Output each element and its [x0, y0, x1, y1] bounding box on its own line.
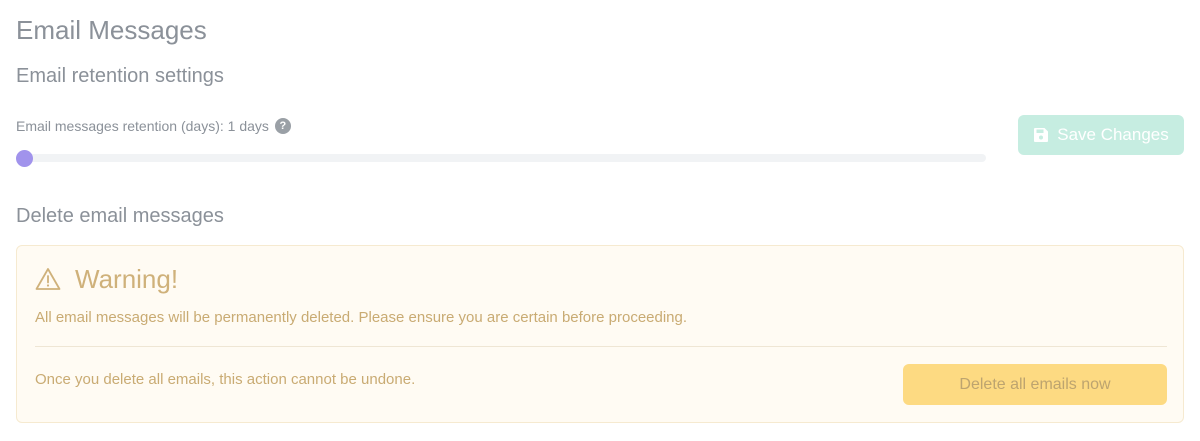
retention-section-title: Email retention settings	[16, 65, 224, 87]
warning-header: Warning!	[35, 263, 178, 295]
warning-panel: Warning! All email messages will be perm…	[16, 245, 1184, 423]
warning-triangle-icon	[35, 267, 61, 291]
retention-slider[interactable]	[16, 150, 986, 167]
slider-thumb[interactable]	[16, 150, 33, 167]
retention-label: Email messages retention (days): 1 days …	[16, 117, 291, 135]
undo-warning-text: Once you delete all emails, this action …	[35, 371, 416, 388]
save-changes-label: Save Changes	[1057, 125, 1169, 144]
email-messages-page: Email Messages Email retention settings …	[0, 0, 1200, 441]
question-circle-icon[interactable]: ?	[274, 118, 291, 134]
retention-label-text: Email messages retention (days): 1 days	[16, 118, 269, 134]
save-changes-button[interactable]: Save Changes	[1018, 115, 1184, 155]
page-title: Email Messages	[16, 15, 207, 45]
divider	[35, 346, 1167, 347]
floppy-disk-icon	[1033, 127, 1049, 143]
warning-message: All email messages will be permanently d…	[35, 309, 688, 326]
warning-title: Warning!	[75, 264, 179, 294]
delete-all-emails-button[interactable]: Delete all emails now	[903, 364, 1167, 405]
delete-section-title: Delete email messages	[16, 205, 224, 227]
